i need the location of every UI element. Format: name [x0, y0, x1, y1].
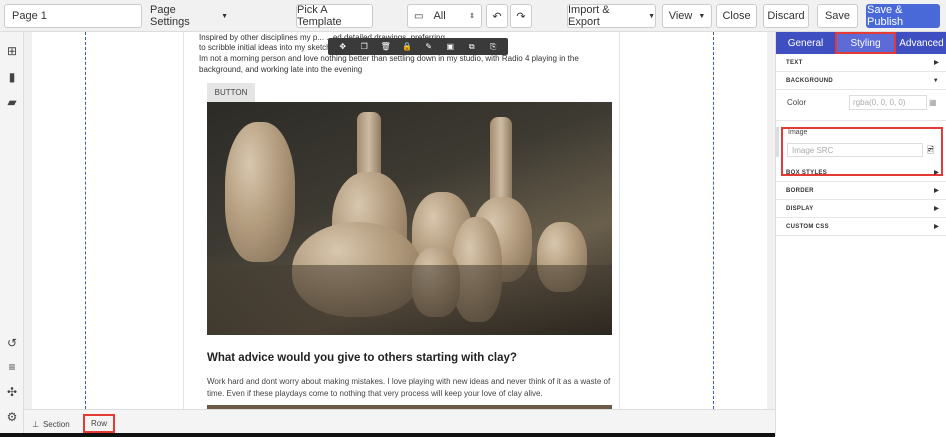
monitor-icon: ▭	[414, 10, 424, 22]
chevron-right-icon: ▶	[934, 170, 939, 176]
folder-icon[interactable]: ▰	[5, 95, 19, 109]
left-sidebar: ⊞ ▮ ▰ ↺ ≡ ✣ ⚙	[0, 32, 24, 437]
section-border-label: BORDER	[786, 187, 814, 194]
copy-icon[interactable]: ❐	[358, 42, 370, 51]
close-button[interactable]: Close	[716, 4, 757, 28]
chevron-right-icon: ▶	[934, 60, 939, 66]
history-icon[interactable]: ↺	[5, 336, 19, 350]
gear-icon[interactable]: ⚙	[5, 410, 19, 424]
text-align-icon[interactable]: ≡	[5, 360, 19, 374]
discard-button[interactable]: Discard	[763, 4, 809, 28]
section-box-styles-label: BOX STYLES	[786, 169, 828, 176]
section-display[interactable]: DISPLAY ▶	[776, 200, 946, 218]
clone-icon[interactable]: ⧉	[466, 42, 478, 52]
shopify-bag-icon[interactable]: ▮	[5, 70, 19, 84]
divider	[776, 120, 946, 121]
highlight-row	[83, 414, 115, 433]
color-picker-icon[interactable]: ▦	[929, 98, 938, 107]
content-heading: What advice would you give to others sta…	[207, 352, 517, 364]
page-settings-label: Page Settings	[150, 4, 190, 28]
tab-styling-label: Styling	[850, 37, 881, 49]
discard-label: Discard	[767, 10, 805, 22]
trash-icon[interactable]: 🗑	[380, 42, 392, 51]
body-text-line: background, and working late into the ev…	[199, 65, 363, 74]
page-settings-dropdown[interactable]: Page Settings ▼	[150, 4, 228, 28]
caret-down-icon: ▼	[221, 12, 228, 20]
table-surface	[207, 265, 612, 335]
paste-icon[interactable]: ⎘	[487, 42, 499, 52]
tab-styling[interactable]: Styling	[835, 32, 896, 54]
pick-template-button[interactable]: Pick A Template	[296, 4, 373, 28]
close-label: Close	[722, 10, 751, 22]
save-label: Save	[824, 10, 851, 22]
edit-icon[interactable]: ✎	[423, 42, 435, 51]
section-custom-css[interactable]: CUSTOM CSS ▶	[776, 218, 946, 236]
breadcrumb: ⊥ Section Row	[24, 409, 775, 433]
chevron-right-icon: ▶	[934, 206, 939, 212]
caret-down-icon: ▼	[698, 12, 706, 20]
properties-panel: General Styling Advanced TEXT ▶ BACKGROUN…	[775, 32, 946, 437]
color-input-placeholder: rgba(0, 0, 0, 0)	[853, 98, 906, 107]
tab-advanced[interactable]: Advanced	[896, 32, 946, 54]
button-element-label: BUTTON	[214, 88, 248, 97]
caret-down-icon: ▼	[648, 12, 655, 20]
save-publish-button[interactable]: Save & Publish	[866, 4, 940, 28]
section-guide-left	[85, 32, 86, 409]
view-label: View	[668, 10, 693, 22]
select-arrows-icon: ⇕	[469, 13, 475, 20]
redo-button[interactable]: ↷	[510, 4, 532, 28]
section-guide-right	[713, 32, 714, 409]
tab-general[interactable]: General	[776, 32, 835, 54]
sitemap-icon: ⊥	[32, 420, 39, 429]
redo-icon: ↷	[516, 10, 526, 23]
editor-canvas: Inspired by other disciplines my p... ..…	[24, 32, 775, 409]
view-dropdown[interactable]: View ▼	[662, 4, 712, 28]
move-icon[interactable]: ✥	[337, 42, 349, 51]
breadcrumb-section-label: Section	[42, 420, 70, 429]
device-select[interactable]: ▭ All ⇕	[407, 4, 482, 28]
undo-icon: ↶	[492, 10, 502, 23]
page-name-input[interactable]: Page 1	[4, 4, 142, 28]
panel-scroll-handle[interactable]	[776, 127, 779, 157]
section-custom-css-label: CUSTOM CSS	[786, 223, 829, 230]
section-text-label: TEXT	[786, 59, 803, 66]
vase-shape	[225, 122, 295, 262]
vase-neck-shape	[490, 117, 512, 207]
color-input[interactable]: rgba(0, 0, 0, 0)	[849, 95, 927, 110]
page-body: Inspired by other disciplines my p... ..…	[32, 32, 767, 409]
add-element-icon[interactable]: ⊞	[5, 44, 19, 58]
device-value: All	[433, 10, 446, 22]
top-toolbar: Page 1 Page Settings ▼ Pick A Template ▭ …	[0, 0, 946, 32]
color-label: Color	[787, 98, 807, 107]
save-button[interactable]: Save	[817, 4, 858, 28]
pick-template-label: Pick A Template	[297, 4, 342, 28]
section-border[interactable]: BORDER ▶	[776, 182, 946, 200]
panel-tabs: General Styling Advanced	[776, 32, 946, 54]
chevron-right-icon: ▶	[934, 224, 939, 230]
tab-advanced-label: Advanced	[899, 37, 944, 49]
section-background[interactable]: BACKGROUND ▼	[776, 72, 946, 90]
save-icon[interactable]: ▣	[444, 42, 456, 51]
import-export-label: Import & Export	[568, 4, 610, 28]
chevron-right-icon: ▶	[934, 188, 939, 194]
save-publish-label: Save & Publish	[867, 4, 904, 28]
chevron-down-icon: ▼	[932, 77, 939, 84]
pottery-image[interactable]	[207, 102, 612, 335]
button-element[interactable]: BUTTON	[207, 83, 255, 102]
breadcrumb-section[interactable]: ⊥ Section	[32, 416, 70, 433]
page-name-value: Page 1	[12, 10, 47, 22]
content-paragraph: Work hard and dont worry about making mi…	[207, 377, 611, 398]
element-toolbar: ✥ ❐ 🗑 🔒 ✎ ▣ ⧉ ⎘	[328, 38, 508, 55]
puzzle-icon[interactable]: ✣	[5, 385, 19, 399]
section-display-label: DISPLAY	[786, 205, 814, 212]
tab-general-label: General	[787, 37, 824, 49]
undo-button[interactable]: ↶	[486, 4, 508, 28]
section-background-label: BACKGROUND	[786, 77, 833, 84]
section-box-styles[interactable]: BOX STYLES ▶	[776, 164, 946, 182]
import-export-dropdown[interactable]: Import & Export ▼	[567, 4, 656, 28]
lock-icon[interactable]: 🔒	[401, 42, 413, 51]
section-text[interactable]: TEXT ▶	[776, 54, 946, 72]
